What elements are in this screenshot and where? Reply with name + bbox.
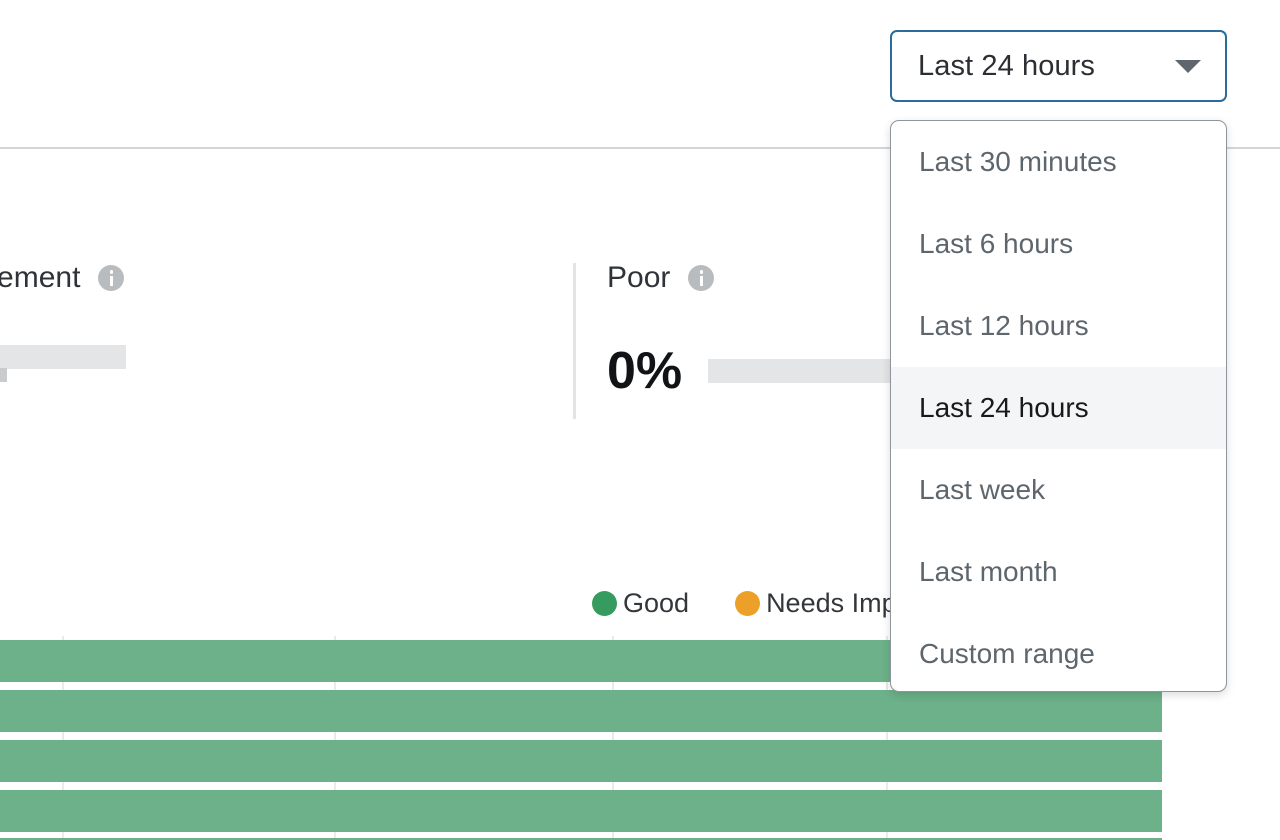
metric-title-needs-improvement: s Improvement — [0, 261, 81, 294]
chart-bar-good[interactable] — [0, 740, 1162, 782]
time-range-select-button[interactable]: Last 24 hours — [890, 30, 1227, 102]
legend-dot-needs-improvement — [735, 590, 761, 616]
legend-label-needs-improvement: Needs Impr — [766, 587, 906, 618]
time-range-dropdown-menu[interactable]: Last 30 minutes Last 6 hours Last 12 hours… — [890, 120, 1227, 692]
chart-bar-good[interactable] — [0, 690, 1162, 732]
chart-bar-row[interactable] — [0, 790, 1162, 832]
metric-value-poor: 0% — [607, 342, 683, 400]
info-icon[interactable] — [98, 265, 125, 291]
chart-bar-row[interactable] — [0, 690, 1162, 732]
time-range-option-last-24-hours[interactable]: Last 24 hours — [891, 367, 1226, 449]
chart-bar-good[interactable] — [0, 790, 1162, 832]
legend-label-good: Good — [623, 587, 690, 618]
time-range-option-last-week[interactable]: Last week — [891, 449, 1226, 531]
time-range-option-last-12-hours[interactable]: Last 12 hours — [891, 285, 1226, 367]
metric-body — [0, 345, 126, 369]
legend-item-needs-improvement[interactable]: Needs Impr — [735, 588, 906, 619]
legend-item-good[interactable]: Good — [592, 588, 689, 619]
time-range-option-custom-range[interactable]: Custom range — [891, 613, 1226, 691]
metric-header: s Improvement — [0, 255, 126, 301]
time-range-option-last-month[interactable]: Last month — [891, 531, 1226, 613]
metric-vertical-divider — [573, 263, 576, 419]
metric-card-needs-improvement: s Improvement — [0, 255, 126, 369]
time-range-select-value: Last 24 hours — [918, 49, 1096, 82]
clipped-value-fragment — [0, 368, 7, 382]
info-icon[interactable] — [688, 265, 715, 291]
page-root: s Improvement Poor 0% Good — [0, 0, 1280, 840]
chart-bar-row[interactable] — [0, 740, 1162, 782]
time-range-option-last-30-minutes[interactable]: Last 30 minutes — [891, 121, 1226, 203]
chevron-down-icon — [1175, 59, 1201, 73]
time-range-option-last-6-hours[interactable]: Last 6 hours — [891, 203, 1226, 285]
metric-skeleton-bar — [0, 345, 126, 369]
legend-dot-good — [592, 590, 617, 616]
metric-title-poor: Poor — [607, 261, 671, 294]
